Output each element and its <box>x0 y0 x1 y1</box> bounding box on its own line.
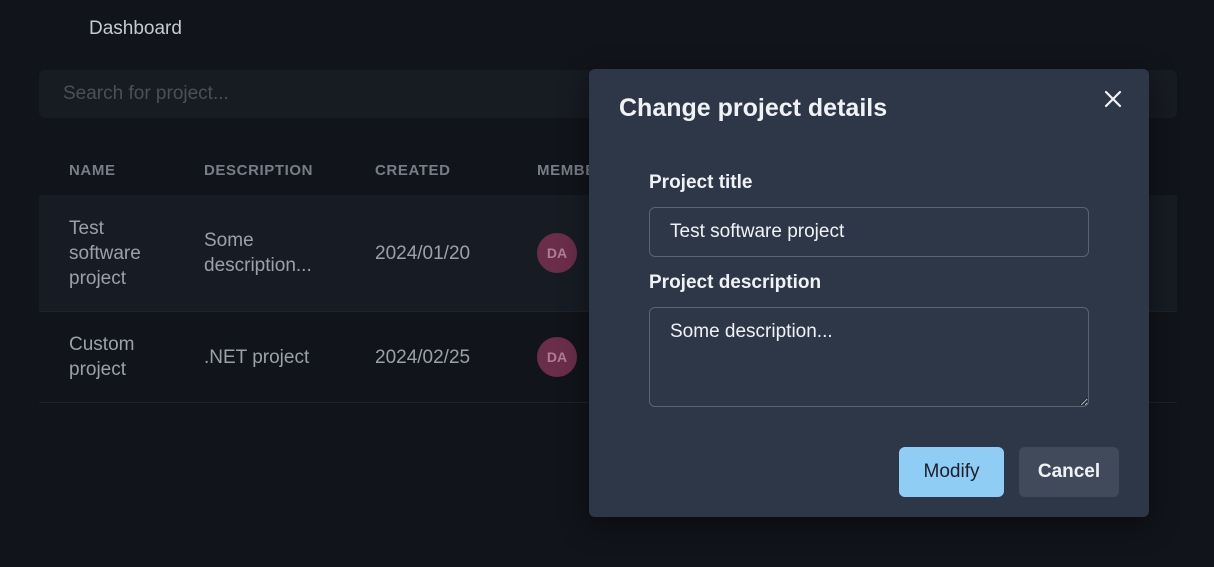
close-button[interactable] <box>1101 87 1125 111</box>
change-project-modal: Change project details Project title Pro… <box>589 69 1149 517</box>
project-created: 2024/02/25 <box>375 311 537 403</box>
project-name: Custom project <box>69 334 135 380</box>
column-header-name: NAME <box>69 161 116 179</box>
modify-button[interactable]: Modify <box>899 447 1004 497</box>
modal-title: Change project details <box>619 94 888 122</box>
member-avatar[interactable]: DA <box>537 337 577 377</box>
project-description-cell: Some description... <box>204 195 375 312</box>
project-title-input[interactable] <box>649 207 1089 257</box>
column-header-description: DESCRIPTION <box>204 161 314 179</box>
column-header-created: CREATED <box>375 161 451 179</box>
project-name-cell: Custom project <box>39 311 204 403</box>
dashboard-title[interactable]: Dashboard <box>89 18 182 40</box>
project-name-cell: Test software project <box>39 195 204 312</box>
project-title-label: Project title <box>649 172 753 193</box>
project-description: .NET project <box>204 346 310 368</box>
project-description-cell: .NET project <box>204 311 375 403</box>
project-description-textarea[interactable]: Some description... <box>649 307 1089 407</box>
close-icon <box>1104 90 1122 108</box>
app-page: Dashboard NAME DESCRIPTION CREATED MEMBE… <box>0 0 1214 567</box>
project-created: 2024/01/20 <box>375 195 537 312</box>
project-description: Some description... <box>204 230 312 276</box>
project-name: Test software project <box>69 217 141 289</box>
project-description-label: Project description <box>649 272 822 293</box>
cancel-button[interactable]: Cancel <box>1019 447 1119 497</box>
member-avatar[interactable]: DA <box>537 233 577 273</box>
